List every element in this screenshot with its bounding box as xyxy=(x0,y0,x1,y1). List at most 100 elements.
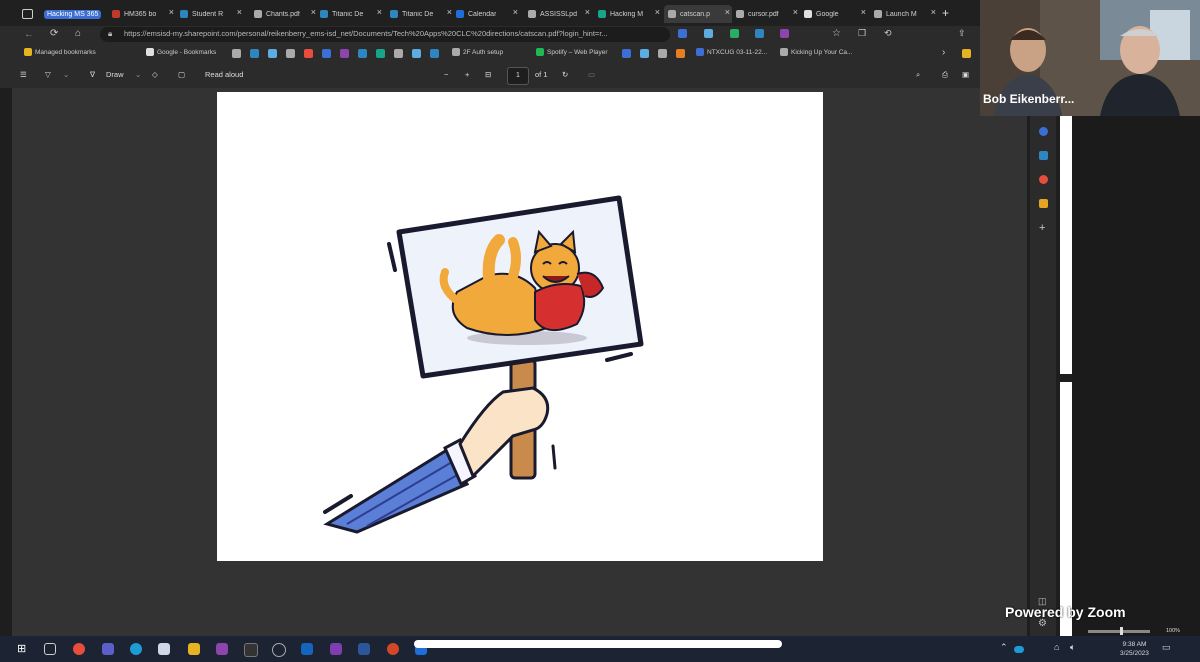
favorite-star-icon[interactable]: ☆ xyxy=(832,28,841,39)
bookmark-icon[interactable] xyxy=(622,49,631,58)
zoom-slider-thumb[interactable] xyxy=(1120,627,1123,635)
copilot-icon[interactable] xyxy=(1039,127,1048,136)
bookmark-item[interactable]: 2F Auth setup xyxy=(452,48,503,56)
app-icon[interactable] xyxy=(158,643,170,655)
bookmark-icon[interactable] xyxy=(340,49,349,58)
two-page-icon[interactable]: ▭ xyxy=(588,70,595,79)
tab-close-icon[interactable]: × xyxy=(169,7,174,17)
new-tab-button[interactable]: + xyxy=(942,6,949,20)
bookmark-icon[interactable] xyxy=(376,49,385,58)
bookmark-icon[interactable] xyxy=(676,49,685,58)
task-view-icon[interactable] xyxy=(44,643,56,655)
word-icon[interactable] xyxy=(358,643,370,655)
tab-close-icon[interactable]: × xyxy=(237,7,242,17)
teams-icon[interactable] xyxy=(102,643,114,655)
save-icon[interactable]: ▣ xyxy=(962,70,969,79)
tab-close-icon[interactable]: × xyxy=(377,7,382,17)
tab-close-icon[interactable]: × xyxy=(655,7,660,17)
bookmark-icon[interactable] xyxy=(286,49,295,58)
extension-icon[interactable] xyxy=(755,29,764,38)
browser-tab[interactable]: Chants.pdf × xyxy=(250,5,318,23)
zoom-in-icon[interactable]: + xyxy=(465,70,469,79)
bookmark-icon[interactable] xyxy=(640,49,649,58)
more-bookmarks-icon[interactable]: › xyxy=(942,47,945,58)
read-aloud-button[interactable]: Read aloud xyxy=(205,70,243,79)
windows-start-icon[interactable]: ⊞ xyxy=(17,642,26,655)
chevron-down-icon[interactable]: ⌄ xyxy=(63,70,69,79)
share-icon[interactable]: ⇪ xyxy=(958,28,966,39)
bookmark-item[interactable]: Spotify – Web Player xyxy=(536,48,608,56)
bookmark-icon[interactable] xyxy=(268,49,277,58)
zoom-out-icon[interactable]: − xyxy=(444,70,448,79)
tab-close-icon[interactable]: × xyxy=(585,7,590,17)
extension-icon[interactable] xyxy=(780,29,789,38)
print-icon[interactable]: ⎙ xyxy=(942,70,948,80)
address-bar[interactable]: 🔒︎ https://emsisd-my.sharepoint.com/pers… xyxy=(100,27,670,42)
refresh-icon[interactable]: ⟳ xyxy=(50,28,58,39)
browser-tab[interactable]: Student R × xyxy=(176,5,244,23)
bookmark-icon[interactable] xyxy=(394,49,403,58)
powerpoint-icon[interactable] xyxy=(387,643,399,655)
app-icon[interactable] xyxy=(272,643,286,657)
bookmark-icon[interactable] xyxy=(430,49,439,58)
bookmark-icon[interactable] xyxy=(304,49,313,58)
onedrive-icon[interactable] xyxy=(1014,646,1024,653)
tab-close-icon[interactable]: × xyxy=(931,7,936,17)
rotate-icon[interactable]: ↻ xyxy=(562,70,568,79)
file-explorer-icon[interactable] xyxy=(188,643,200,655)
browser-tab[interactable]: Launch M × xyxy=(870,5,938,23)
tab-actions-icon[interactable] xyxy=(22,9,33,19)
browser-tab[interactable]: cursor.pdf × xyxy=(732,5,800,23)
bookmark-item[interactable]: NTXCUG 03-11-22... xyxy=(696,48,767,56)
system-clock[interactable]: 9:38 AM 3/25/2023 xyxy=(1120,640,1149,658)
office-icon[interactable] xyxy=(1039,199,1048,208)
page-number-input[interactable]: 1 xyxy=(507,67,529,85)
search-icon[interactable]: ⌕ xyxy=(916,70,920,80)
tab-group-label[interactable]: Hacking MS 365 xyxy=(44,5,102,23)
bookmark-icon[interactable] xyxy=(250,49,259,58)
draw-button[interactable]: Draw xyxy=(106,70,124,79)
outlook-icon[interactable] xyxy=(301,643,313,655)
scrollbar[interactable] xyxy=(1060,116,1072,374)
add-rail-item-icon[interactable]: + xyxy=(1039,222,1045,234)
edge-icon[interactable] xyxy=(130,643,142,655)
browser-tab[interactable]: Google × xyxy=(800,5,868,23)
collections-icon[interactable]: ❐ xyxy=(858,28,866,39)
back-icon[interactable]: ← xyxy=(24,29,34,40)
browser-tab[interactable]: Titanic De × xyxy=(386,5,454,23)
bookmark-icon[interactable] xyxy=(358,49,367,58)
browser-tab[interactable]: HM365 bo × xyxy=(108,5,176,23)
notifications-icon[interactable]: ▭ xyxy=(1162,642,1171,653)
home-icon[interactable]: ⌂ xyxy=(75,28,81,39)
app-icon[interactable] xyxy=(244,643,258,657)
eraser-icon[interactable]: ◇ xyxy=(152,70,158,79)
tab-close-icon[interactable]: × xyxy=(793,7,798,17)
tray-chevron-icon[interactable]: ⌃ xyxy=(1000,642,1008,653)
chevron-down-icon[interactable]: ⌄ xyxy=(135,70,141,79)
bookmark-icon[interactable] xyxy=(322,49,331,58)
tab-close-icon[interactable]: × xyxy=(513,7,518,17)
outlook-icon[interactable] xyxy=(1039,151,1048,160)
draw-icon[interactable]: ∇ xyxy=(90,70,95,79)
bookmark-icon[interactable] xyxy=(658,49,667,58)
onenote-icon[interactable] xyxy=(330,643,342,655)
games-icon[interactable] xyxy=(1039,175,1048,184)
network-icon[interactable]: ⌂ xyxy=(1054,642,1059,652)
history-icon[interactable]: ⟲ xyxy=(884,28,892,39)
contents-icon[interactable]: ☰ xyxy=(20,70,27,79)
bookmark-item[interactable]: Google - Bookmarks xyxy=(146,48,216,56)
browser-tab[interactable]: Calendar × xyxy=(452,5,520,23)
extension-icon[interactable] xyxy=(678,29,687,38)
tab-close-icon[interactable]: × xyxy=(861,7,866,17)
scrollbar[interactable] xyxy=(1060,382,1072,636)
extension-icon[interactable] xyxy=(704,29,713,38)
bookmark-icon[interactable] xyxy=(232,49,241,58)
zoom-slider[interactable] xyxy=(1088,630,1150,633)
chrome-icon[interactable] xyxy=(73,643,85,655)
extension-icon[interactable] xyxy=(730,29,739,38)
fit-page-icon[interactable]: ⊟ xyxy=(485,70,491,79)
app-icon[interactable] xyxy=(216,643,228,655)
folder-icon[interactable] xyxy=(962,49,971,58)
browser-tab[interactable]: Hacking M × xyxy=(594,5,662,23)
bookmark-item[interactable]: Kicking Up Your Ca... xyxy=(780,48,852,56)
